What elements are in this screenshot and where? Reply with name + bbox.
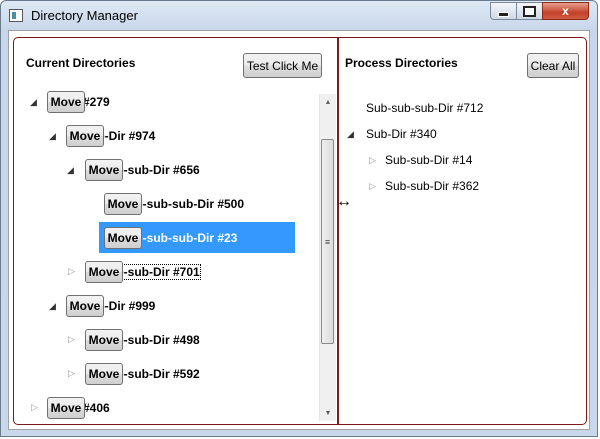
expand-arrow-icon[interactable]: ◢ bbox=[49, 131, 56, 142]
move-button[interactable]: Move bbox=[85, 261, 123, 283]
tree-item-sub-sub-sub-dir-500[interactable]: Sub-sub-sub-Dir #500 Move bbox=[104, 192, 250, 216]
content-frame: Current Directories Test Click Me ◢ Dir … bbox=[13, 37, 587, 425]
tree-item-sub-sub-dir-498[interactable]: Sub-sub-Dir #498 Move bbox=[85, 328, 206, 352]
tree-item-sub-dir-974[interactable]: Sub-Dir #974 Move bbox=[66, 124, 161, 148]
app-window: Directory Manager x Current Directories … bbox=[0, 0, 598, 437]
title-bar[interactable]: Directory Manager x bbox=[1, 1, 597, 31]
vertical-scrollbar[interactable]: ▲ ≡ ▼ bbox=[319, 94, 336, 421]
collapse-arrow-icon[interactable]: ▷ bbox=[31, 402, 38, 413]
collapse-arrow-icon[interactable]: ▷ bbox=[68, 266, 75, 277]
scrollbar-thumb[interactable]: ≡ bbox=[321, 139, 334, 344]
minimize-icon bbox=[498, 11, 509, 17]
expand-arrow-icon[interactable]: ◢ bbox=[30, 97, 37, 108]
tree-item-sub-sub-dir-592[interactable]: Sub-sub-Dir #592 Move bbox=[85, 362, 206, 386]
test-click-button[interactable]: Test Click Me bbox=[243, 53, 322, 78]
tree-item-sub-sub-sub-dir-23[interactable]: Sub-sub-sub-Dir #23 Move bbox=[104, 226, 243, 250]
close-button[interactable]: x bbox=[542, 2, 589, 20]
tree-item-sub-sub-dir-656[interactable]: Sub-sub-Dir #656 Move bbox=[85, 158, 206, 182]
move-button[interactable]: Move bbox=[85, 159, 123, 181]
tree-item-dir-406[interactable]: Dir #406 Move bbox=[47, 396, 116, 420]
panel-splitter[interactable] bbox=[337, 37, 339, 425]
move-button[interactable]: Move bbox=[104, 227, 142, 249]
clear-all-button[interactable]: Clear All bbox=[527, 53, 579, 78]
move-button[interactable]: Move bbox=[104, 193, 142, 215]
collapse-arrow-icon[interactable]: ▷ bbox=[369, 181, 376, 192]
maximize-button[interactable] bbox=[516, 2, 543, 20]
expand-arrow-icon[interactable]: ◢ bbox=[347, 129, 354, 140]
tree-item-sub-sub-dir-362[interactable]: Sub-sub-Dir #362 bbox=[385, 179, 479, 193]
client-area: Current Directories Test Click Me ◢ Dir … bbox=[8, 30, 590, 430]
move-button[interactable]: Move bbox=[85, 329, 123, 351]
resize-cursor-icon: ↔ bbox=[336, 193, 352, 210]
close-icon: x bbox=[562, 4, 569, 18]
scroll-down-icon[interactable]: ▼ bbox=[320, 405, 336, 421]
collapse-arrow-icon[interactable]: ▷ bbox=[68, 334, 75, 345]
expand-arrow-icon[interactable]: ◢ bbox=[49, 301, 56, 312]
minimize-button[interactable] bbox=[490, 2, 517, 20]
expand-arrow-icon[interactable]: ◢ bbox=[67, 165, 74, 176]
window-title: Directory Manager bbox=[31, 8, 138, 23]
process-directories-title: Process Directories bbox=[345, 56, 458, 70]
scroll-up-icon[interactable]: ▲ bbox=[320, 94, 336, 110]
move-button[interactable]: Move bbox=[66, 125, 104, 147]
app-icon bbox=[9, 9, 23, 22]
tree-item-sub-sub-dir-14[interactable]: Sub-sub-Dir #14 bbox=[385, 153, 472, 167]
move-button[interactable]: Move bbox=[47, 397, 85, 419]
tree-item-sub-dir-999[interactable]: Sub-Dir #999 Move bbox=[66, 294, 161, 318]
tree-item-sub-sub-sub-dir-712[interactable]: Sub-sub-sub-Dir #712 bbox=[366, 101, 483, 115]
collapse-arrow-icon[interactable]: ▷ bbox=[369, 155, 376, 166]
collapse-arrow-icon[interactable]: ▷ bbox=[68, 368, 75, 379]
tree-item-sub-dir-340[interactable]: Sub-Dir #340 bbox=[366, 127, 437, 141]
current-directories-title: Current Directories bbox=[26, 56, 136, 70]
tree-item-sub-sub-dir-701[interactable]: Sub-sub-Dir #701 Move bbox=[85, 260, 206, 284]
move-button[interactable]: Move bbox=[85, 363, 123, 385]
move-button[interactable]: Move bbox=[47, 91, 85, 113]
maximize-icon bbox=[523, 5, 536, 17]
move-button[interactable]: Move bbox=[66, 295, 104, 317]
tree-item-dir-279[interactable]: Dir #279 Move bbox=[47, 90, 116, 114]
